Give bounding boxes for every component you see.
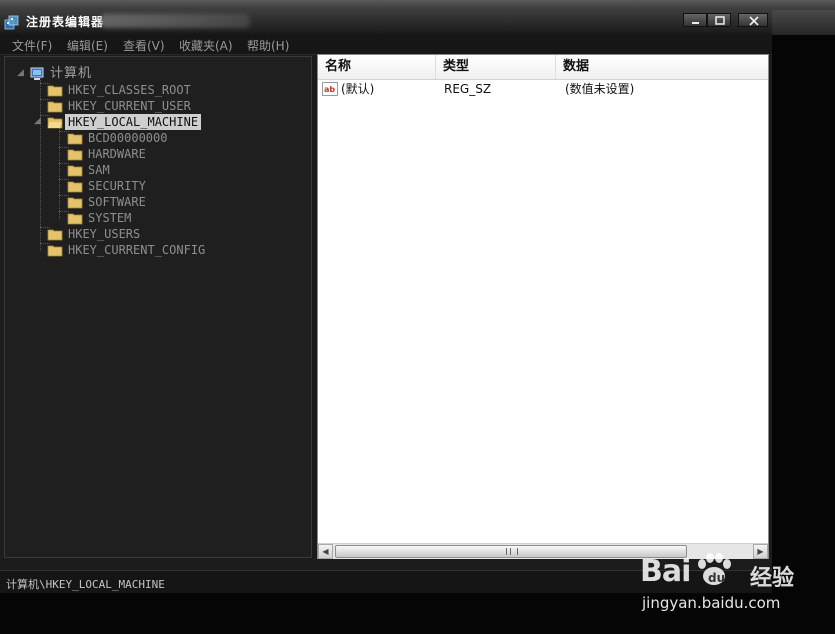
watermark-url: jingyan.baidu.com [642,594,781,612]
menu-favorites[interactable]: 收藏夹(A) [179,37,233,54]
svg-text:ab: ab [324,85,335,94]
value-type: REG_SZ [444,82,492,96]
folder-icon [67,181,83,193]
folder-icon [47,85,63,97]
tree-item-label: BCD00000000 [88,131,168,145]
tree-item-label: HKEY_LOCAL_MACHINE [65,114,202,130]
minimize-button[interactable] [683,13,707,27]
folder-icon [47,229,63,241]
desktop-backdrop [0,0,835,10]
close-button[interactable] [738,13,768,27]
folder-icon [47,101,63,113]
tree-item-label: HKEY_CLASSES_ROOT [68,83,191,97]
svg-text:du: du [708,571,725,585]
value-name: (默认) [341,82,375,96]
tree-item-label: SOFTWARE [88,195,146,209]
tree-item-label: HARDWARE [88,147,146,161]
tree-item-label: SYSTEM [88,211,132,225]
status-path: 计算机\HKEY_LOCAL_MACHINE [6,578,165,591]
title-bar[interactable]: 注册表编辑器 [0,10,772,34]
collapse-icon[interactable]: ◢ [34,117,43,126]
minimize-icon [692,22,699,24]
value-data: (数值未设置) [565,82,635,96]
tree-item-sam[interactable]: SAM [55,162,255,178]
folder-icon [67,133,83,145]
tree-item-label: HKEY_USERS [68,227,141,241]
watermark-brand: Bai [640,554,691,589]
column-header-type[interactable]: 类型 [436,55,556,79]
regedit-window: 注册表编辑器 文件(F) 编辑(E) 查看(V) 收藏夹(A) 帮助(H) ◢ … [0,10,772,593]
title-blurred-path [100,14,250,28]
close-icon [749,16,759,26]
watermark-brand-tail: 经验 [750,566,795,591]
column-header-data[interactable]: 数据 [556,55,768,79]
menu-bar: 文件(F) 编辑(E) 查看(V) 收藏夹(A) 帮助(H) [0,34,772,55]
tree-root-computer[interactable]: ◢ 计算机 [15,66,135,82]
computer-icon [30,67,44,80]
maximize-button[interactable] [707,13,731,27]
tree-item-hardware[interactable]: HARDWARE [55,146,255,162]
tree-item-hkey-current-config[interactable]: HKEY_CURRENT_CONFIG [35,242,255,258]
open-folder-icon [47,117,63,129]
tree-item-label: SAM [88,163,110,177]
folder-icon [67,213,83,225]
folder-icon [47,245,63,257]
paw-icon: du [698,553,731,585]
tree-item-label: HKEY_CURRENT_USER [68,99,191,113]
baidu-jingyan-watermark: Bai du 经验 jingyan.baidu.com [640,548,820,618]
desktop-backdrop-right [772,10,835,35]
window-title: 注册表编辑器 [26,15,105,29]
menu-file[interactable]: 文件(F) [12,37,52,54]
folder-icon [67,197,83,209]
collapse-icon[interactable]: ◢ [17,69,26,78]
tree-item-software[interactable]: SOFTWARE [55,194,255,210]
scrollbar-thumb[interactable] [335,545,687,558]
regedit-app-icon [4,15,19,30]
tree-item-label: HKEY_CURRENT_CONFIG [68,243,206,257]
tree-item-hkey-current-user[interactable]: HKEY_CURRENT_USER [35,98,235,114]
tree-item-hkey-classes-root[interactable]: HKEY_CLASSES_ROOT [35,82,235,98]
tree-item-label: SECURITY [88,179,146,193]
column-header-name[interactable]: 名称 [318,55,436,79]
tree-item-system[interactable]: SYSTEM [55,210,255,226]
tree-item-hkey-local-machine[interactable]: ◢ HKEY_LOCAL_MACHINE [34,114,235,130]
tree-item-hkey-users[interactable]: HKEY_USERS [35,226,235,242]
tree-root-label: 计算机 [50,66,93,81]
menu-edit[interactable]: 编辑(E) [67,37,108,54]
grip-icon [506,548,518,555]
maximize-icon [715,16,725,25]
scroll-left-button[interactable]: ◀ [318,544,333,559]
values-list[interactable]: 名称 类型 数据 ab (默认) REG_SZ (数值未设置) ◀ ▶ [317,54,769,559]
list-item[interactable]: ab (默认) REG_SZ (数值未设置) [318,80,768,98]
folder-icon [67,165,83,177]
tree-item-bcd00000000[interactable]: BCD00000000 [55,130,255,146]
menu-help[interactable]: 帮助(H) [247,37,289,54]
registry-tree[interactable]: ◢ 计算机 HKEY_CLASSES_ROOT HKEY_CURRENT_USE… [4,56,312,558]
list-header: 名称 类型 数据 [318,55,768,80]
string-value-icon: ab [322,82,338,96]
tree-item-security[interactable]: SECURITY [55,178,255,194]
folder-icon [67,149,83,161]
menu-view[interactable]: 查看(V) [123,37,165,54]
